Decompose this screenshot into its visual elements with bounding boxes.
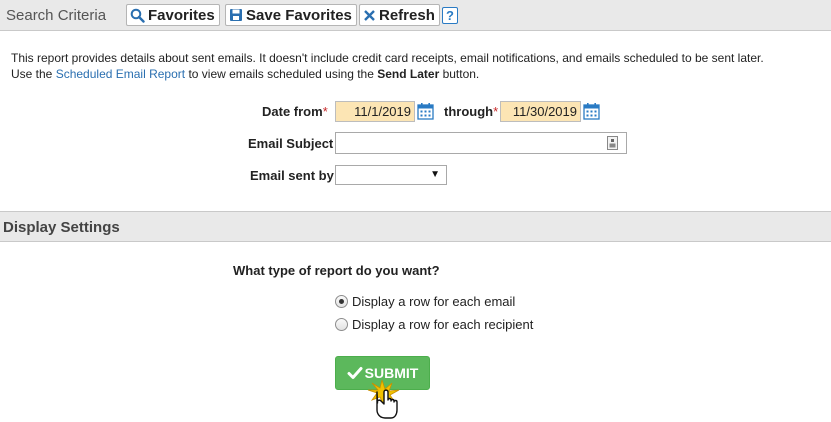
search-criteria-title: Search Criteria (6, 7, 107, 24)
text-field-icon (607, 136, 618, 150)
through-text: through (444, 104, 494, 119)
refresh-label: Refresh (379, 6, 435, 24)
favorites-label: Favorites (148, 6, 215, 24)
option-each-recipient[interactable]: Display a row for each recipient (335, 317, 533, 332)
through-label: through* (444, 104, 498, 119)
save-favorites-button[interactable]: Save Favorites (225, 4, 357, 26)
checkmark-icon (347, 367, 363, 379)
email-subject-input[interactable] (335, 132, 627, 154)
description-middle: to view emails scheduled using the (185, 67, 378, 81)
scheduled-email-report-link[interactable]: Scheduled Email Report (56, 67, 185, 81)
required-mark: * (493, 104, 499, 119)
help-icon[interactable]: ? (442, 7, 458, 24)
description-prefix: Use the (11, 67, 56, 81)
calendar-icon[interactable] (417, 102, 434, 120)
search-criteria-bar: Search Criteria Favorites Save Favorites… (0, 0, 831, 31)
option-each-email[interactable]: Display a row for each email (335, 294, 515, 309)
email-sent-by-select[interactable]: ▼ (335, 165, 447, 185)
send-later-text: Send Later (377, 67, 440, 81)
email-sent-by-label: Email sent by (250, 168, 334, 183)
date-from-text: Date from (262, 104, 323, 119)
description-line-1: This report provides details about sent … (11, 51, 764, 65)
required-mark: * (322, 104, 328, 119)
description-suffix: button. (439, 67, 480, 81)
close-x-icon (364, 9, 375, 21)
save-favorites-label: Save Favorites (246, 6, 352, 24)
search-icon (130, 8, 145, 23)
option-each-email-label: Display a row for each email (352, 294, 516, 309)
date-from-input[interactable] (335, 101, 415, 122)
calendar-icon[interactable] (583, 102, 600, 120)
report-type-question: What type of report do you want? (233, 263, 440, 278)
date-from-label: Date from* (262, 104, 328, 119)
date-to-input[interactable] (500, 101, 581, 122)
radio-each-email[interactable] (335, 295, 348, 308)
display-settings-bar: Display Settings (0, 211, 831, 242)
radio-each-recipient[interactable] (335, 318, 348, 331)
save-icon (230, 9, 242, 21)
email-subject-label: Email Subject (248, 136, 334, 151)
description-line-2: Use the Scheduled Email Report to view e… (11, 66, 764, 82)
submit-label: SUBMIT (364, 365, 419, 381)
display-settings-title: Display Settings (3, 219, 120, 236)
favorites-button[interactable]: Favorites (126, 4, 220, 26)
chevron-down-icon: ▼ (430, 169, 440, 180)
report-description: This report provides details about sent … (11, 50, 764, 82)
pointer-cursor-icon (367, 380, 400, 419)
option-each-recipient-label: Display a row for each recipient (352, 317, 534, 332)
refresh-button[interactable]: Refresh (359, 4, 440, 26)
